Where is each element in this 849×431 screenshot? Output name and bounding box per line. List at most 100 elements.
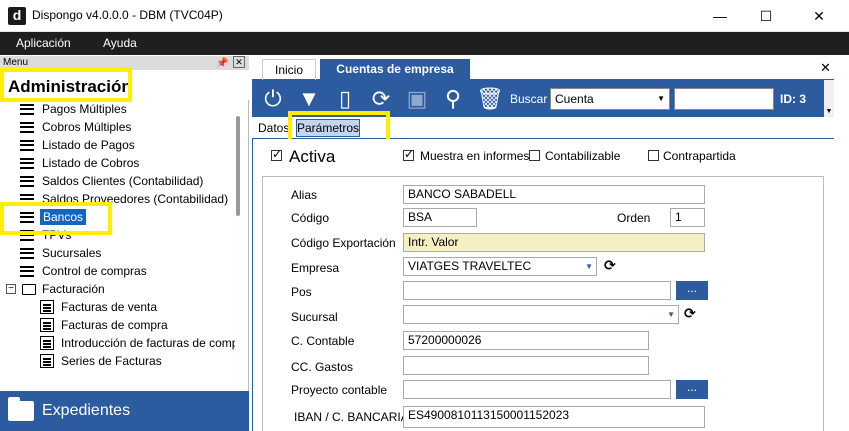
tree-item[interactable]: Saldos Clientes (Contabilidad) <box>20 172 203 190</box>
search-icon[interactable]: ⚲ <box>440 86 466 112</box>
menu-bar: Aplicación Ayuda <box>0 32 849 55</box>
muestra-informes-checkbox[interactable] <box>403 147 414 161</box>
power-icon[interactable]: ⏻ <box>260 86 286 112</box>
list-icon <box>20 266 34 277</box>
proyecto-contable-label: Proyecto contable <box>291 383 388 397</box>
search-input[interactable] <box>674 88 774 110</box>
proyecto-lookup-button[interactable]: ... <box>676 380 708 399</box>
refresh-sucursal-icon[interactable]: ⟳ <box>684 305 696 322</box>
expedientes-section[interactable]: Expedientes <box>0 391 249 431</box>
filter-icon[interactable]: ▼ <box>296 86 322 112</box>
codigo-input[interactable]: BSA <box>403 208 477 227</box>
document-icon <box>40 300 54 314</box>
tree-item[interactable]: Listado de Cobros <box>20 154 139 172</box>
close-button[interactable]: ✕ <box>796 0 842 32</box>
tree-scrollbar[interactable] <box>236 116 240 216</box>
muestra-informes-label: Muestra en informes <box>420 149 530 163</box>
iban-input[interactable]: ES4900810113150001152023 <box>403 406 705 428</box>
pos-input[interactable] <box>403 281 671 300</box>
new-document-icon[interactable]: ▯ <box>332 86 358 112</box>
contabilizable-label: Contabilizable <box>545 149 621 163</box>
empresa-label: Empresa <box>291 261 340 275</box>
save-icon[interactable]: ▣ <box>404 86 430 112</box>
highlight-box-bancos <box>0 202 112 235</box>
orden-input[interactable]: 1 <box>670 208 705 227</box>
document-icon <box>40 354 54 368</box>
cc-gastos-input[interactable] <box>403 356 649 375</box>
toolbar-overflow-icon[interactable]: ▼ <box>824 80 834 117</box>
orden-label: Orden <box>617 211 651 225</box>
document-icon <box>40 336 54 350</box>
contrapartida-label: Contrapartida <box>663 149 736 163</box>
search-label: Buscar <box>510 92 548 106</box>
pos-label: Pos <box>291 285 312 299</box>
tab-close-icon[interactable]: ✕ <box>820 60 831 76</box>
codigo-exportacion-input[interactable]: Intr. Valor <box>403 233 705 252</box>
cuenta-contable-input[interactable]: 57200000026 <box>403 331 649 350</box>
record-id: ID: 3 <box>780 92 807 106</box>
tree-item[interactable]: Listado de Pagos <box>20 136 135 154</box>
cuenta-contable-label: C. Contable <box>291 334 355 348</box>
alias-label: Alias <box>291 188 318 202</box>
proyecto-contable-input[interactable] <box>403 380 671 399</box>
search-field-select[interactable]: Cuenta ▼ <box>550 88 670 110</box>
tab-cuentas-empresa[interactable]: Cuentas de empresa <box>320 59 470 80</box>
alias-input[interactable]: BANCO SABADELL <box>403 185 705 204</box>
pos-lookup-button[interactable]: ... <box>676 281 708 300</box>
tree-item[interactable]: Cobros Múltiples <box>20 118 131 136</box>
form-area: Activa Muestra en informes Contabilizabl… <box>252 139 834 431</box>
maximize-button[interactable]: ☐ <box>743 0 789 32</box>
collapse-icon[interactable]: − <box>6 284 16 294</box>
panel-close-icon[interactable]: ✕ <box>233 56 245 68</box>
minimize-button[interactable]: — <box>697 0 743 32</box>
document-icon <box>40 318 54 332</box>
contrapartida-checkbox[interactable] <box>648 150 659 161</box>
codigo-label: Código <box>291 211 330 225</box>
tree-view[interactable]: Pagos Múltiples Cobros Múltiples Listado… <box>0 102 235 392</box>
empresa-select[interactable]: VIATGES TRAVELTEC ▼ <box>403 257 597 276</box>
chevron-down-icon: ▼ <box>667 310 675 319</box>
highlight-box-admin <box>0 68 132 102</box>
folder-icon <box>22 284 36 295</box>
list-icon <box>20 248 34 259</box>
contabilizable-checkbox[interactable] <box>529 150 540 161</box>
app-logo-icon: d <box>8 7 26 25</box>
tree-node-facturacion[interactable]: − Facturación <box>6 280 105 298</box>
activa-label: Activa <box>289 147 336 166</box>
tab-inicio[interactable]: Inicio <box>262 59 317 80</box>
trash-icon[interactable]: 🗑 <box>476 86 504 112</box>
cc-gastos-label: CC. Gastos <box>291 360 354 374</box>
window-title: Dispongo v4.0.0.0 - DBM (TVC04P) <box>32 8 223 22</box>
tab-strip: Inicio Cuentas de empresa ✕ <box>252 56 834 80</box>
navigation-panel: Menu 📌 ✕ Administración Pagos Múltiples … <box>0 56 249 431</box>
list-icon <box>20 158 34 169</box>
refresh-icon[interactable]: ⟳ <box>368 86 394 112</box>
tree-item[interactable]: Sucursales <box>20 244 101 262</box>
tree-item[interactable]: Series de Facturas <box>40 352 162 370</box>
tree-item[interactable]: Pagos Múltiples <box>20 102 127 118</box>
expedientes-label: Expedientes <box>42 402 131 419</box>
menu-header-label: Menu <box>3 57 29 68</box>
tree-item[interactable]: Facturas de venta <box>40 298 157 316</box>
menu-aplicacion[interactable]: Aplicación <box>16 36 71 50</box>
chevron-down-icon: ▼ <box>657 94 665 103</box>
iban-label: IBAN / C. BANCARIA <box>294 410 409 424</box>
chevron-down-icon: ▼ <box>585 262 593 271</box>
folder-icon <box>8 397 34 421</box>
list-icon <box>20 104 34 115</box>
list-icon <box>20 122 34 133</box>
subtab-datos[interactable]: Datos <box>258 121 289 135</box>
pin-icon[interactable]: 📌 <box>216 57 228 71</box>
refresh-empresa-icon[interactable]: ⟳ <box>604 257 616 274</box>
title-bar: d Dispongo v4.0.0.0 - DBM (TVC04P) — ☐ ✕ <box>0 0 849 32</box>
sucursal-label: Sucursal <box>291 310 338 324</box>
tree-item[interactable]: Control de compras <box>20 262 147 280</box>
list-icon <box>20 140 34 151</box>
codigo-exportacion-label: Código Exportación <box>291 236 396 250</box>
menu-ayuda[interactable]: Ayuda <box>103 36 137 50</box>
tree-item[interactable]: Introducción de facturas de comp <box>40 334 235 352</box>
sucursal-select[interactable]: ▼ <box>403 305 679 324</box>
activa-checkbox[interactable] <box>271 147 282 161</box>
tree-item[interactable]: Facturas de compra <box>40 316 168 334</box>
list-icon <box>20 176 34 187</box>
